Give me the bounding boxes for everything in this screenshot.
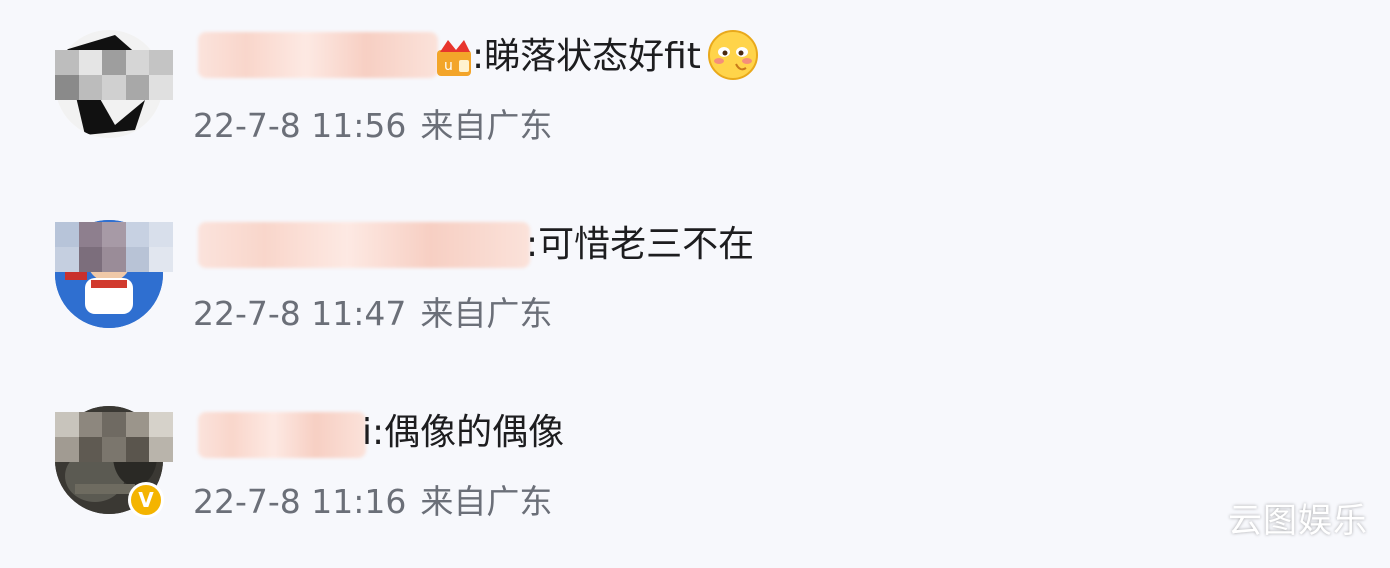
blush-emoji-icon — [706, 28, 760, 86]
timestamp: 22-7-8 11:16 — [193, 482, 407, 521]
comment-text: i:偶像的偶像 — [362, 412, 565, 453]
avatar-mosaic — [55, 412, 173, 462]
username-blurred[interactable] — [198, 32, 438, 78]
verified-v-icon: V — [128, 482, 164, 518]
timestamp: 22-7-8 11:56 — [193, 106, 407, 145]
location: 来自广东 — [420, 482, 553, 521]
comment-meta: 22-7-8 11:16 来自广东 — [193, 482, 552, 522]
location: 来自广东 — [420, 294, 553, 333]
comment-meta: 22-7-8 11:56 来自广东 — [193, 106, 552, 146]
username-blurred[interactable] — [198, 412, 366, 458]
comment-item: V i:偶像的偶像 22-7-8 11:16 来自广东 — [0, 380, 1390, 530]
svg-text:u: u — [444, 58, 453, 74]
avatar-mosaic — [55, 50, 173, 100]
comment-meta: 22-7-8 11:47 来自广东 — [193, 294, 552, 334]
vip-badge-icon: u — [434, 36, 474, 82]
comment-text: :可惜老三不在 — [526, 224, 755, 265]
comment-item: u :睇落状态好fit 22-7-8 11:56 来自广东 — [0, 0, 1390, 150]
timestamp: 22-7-8 11:47 — [193, 294, 407, 333]
username-blurred[interactable] — [198, 222, 530, 268]
comment-item: :可惜老三不在 22-7-8 11:47 来自广东 — [0, 190, 1390, 340]
avatar-mosaic — [55, 222, 173, 272]
location: 来自广东 — [420, 106, 553, 145]
comment-text: :睇落状态好fit — [472, 36, 701, 77]
watermark: 云图娱乐 — [1228, 501, 1368, 541]
